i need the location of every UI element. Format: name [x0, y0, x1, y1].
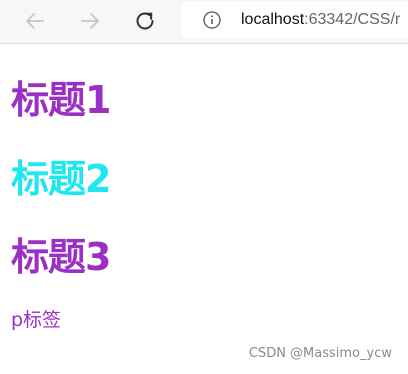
heading-1: 标题1: [11, 78, 111, 122]
url-host: localhost: [241, 11, 305, 28]
info-icon[interactable]: [203, 11, 221, 29]
reload-button[interactable]: [130, 6, 160, 36]
url-text[interactable]: localhost:63342/CSS/r: [241, 1, 400, 38]
heading-3: 标题3: [11, 235, 111, 279]
heading-2: 标题2: [11, 157, 111, 201]
reload-icon: [136, 12, 154, 30]
forward-button[interactable]: [75, 6, 105, 36]
arrow-left-icon: [26, 13, 44, 29]
browser-toolbar: localhost:63342/CSS/r: [0, 0, 408, 44]
address-bar[interactable]: localhost:63342/CSS/r: [181, 1, 408, 38]
csdn-watermark: CSDN @Massimo_ycw: [248, 346, 392, 361]
back-button[interactable]: [20, 6, 50, 36]
url-path: :63342/CSS/r: [304, 11, 401, 28]
arrow-right-icon: [81, 13, 99, 29]
paragraph: p标签: [11, 309, 62, 331]
